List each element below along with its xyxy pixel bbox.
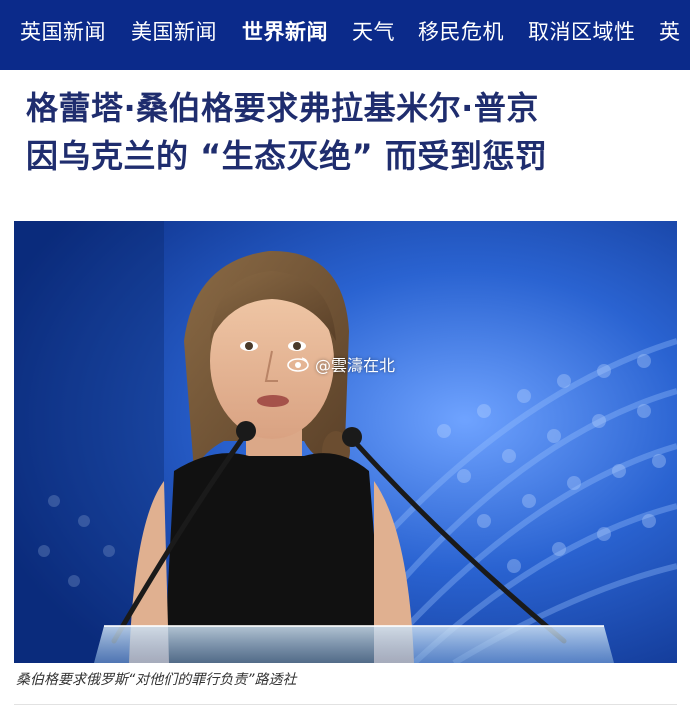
watermark-text: @雲濤在北: [315, 356, 396, 375]
nav-item-cancel-regional[interactable]: 取消区域性: [528, 17, 636, 47]
weibo-eye-icon: [287, 357, 309, 372]
nav-item-overflow[interactable]: 英: [659, 17, 681, 47]
article-photo: [14, 221, 677, 663]
top-nav-bar: 英国新闻 美国新闻 世界新闻 天气 移民危机 取消区域性 英: [0, 0, 690, 70]
nav-item-world-news[interactable]: 世界新闻: [242, 17, 328, 47]
article-page: 英国新闻 美国新闻 世界新闻 天气 移民危机 取消区域性 英 格蕾塔·桑伯格要求…: [0, 0, 690, 726]
article-headline: 格蕾塔·桑伯格要求弗拉基米尔·普京 因乌克兰的 “生态灭绝” 而受到惩罚: [26, 84, 666, 180]
photo-caption: 桑伯格要求俄罗斯“对他们的罪行负责”路透社: [16, 672, 297, 688]
photo-illustration: [14, 221, 677, 663]
caption-divider: [14, 704, 677, 705]
weibo-watermark: @雲濤在北: [287, 352, 395, 376]
nav-item-migrant-crisis[interactable]: 移民危机: [418, 17, 504, 47]
nav-item-weather[interactable]: 天气: [352, 17, 395, 47]
nav-item-uk-news[interactable]: 英国新闻: [20, 17, 106, 47]
nav-item-us-news[interactable]: 美国新闻: [131, 17, 217, 47]
headline-line-2: 因乌克兰的 “生态灭绝” 而受到惩罚: [26, 137, 548, 175]
headline-line-1: 格蕾塔·桑伯格要求弗拉基米尔·普京: [26, 89, 539, 127]
